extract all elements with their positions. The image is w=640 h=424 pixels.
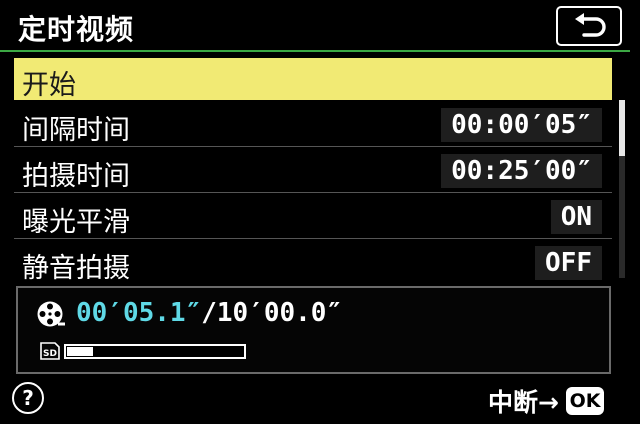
- menu-item-value: OFF: [535, 246, 602, 280]
- menu-item-interval[interactable]: 间隔时间 00:00′05″: [14, 104, 612, 146]
- recorded-length: 00′05.1″: [76, 298, 202, 328]
- abort-label: 中断→: [487, 388, 559, 417]
- menu-item-label: 曝光平滑: [22, 207, 130, 238]
- total-length: 10′00.0″: [216, 298, 343, 328]
- row-divider: [14, 146, 612, 147]
- menu-item-label: 静音拍摄: [22, 253, 130, 284]
- progress-fill: [67, 347, 93, 356]
- row-divider: [14, 238, 612, 239]
- movie-info-panel: 00′05.1″/10′00.0″ SD: [16, 286, 611, 374]
- help-icon[interactable]: ?: [12, 382, 44, 414]
- menu-item-shooting-time[interactable]: 拍摄时间 00:25′00″: [14, 150, 612, 192]
- menu-item-value: ON: [550, 200, 602, 234]
- menu-item-label: 开始: [22, 70, 76, 101]
- sd-card-icon: SD: [40, 342, 60, 360]
- page-title: 定时视频: [18, 13, 135, 46]
- scrollbar-thumb[interactable]: [619, 100, 625, 156]
- ok-button-icon[interactable]: OK: [566, 387, 604, 415]
- back-button[interactable]: [556, 6, 622, 46]
- abort-hint: 中断→ OK: [488, 383, 604, 417]
- title-bar: 定时视频: [0, 0, 640, 52]
- menu-item-silent-shooting[interactable]: 静音拍摄 OFF: [14, 242, 612, 284]
- camera-menu-screen: 定时视频 开始 间隔时间 00:00′05″ 拍摄时间 00:25′00″ 曝光…: [0, 0, 640, 424]
- film-reel-icon: [37, 301, 65, 327]
- menu-item-start[interactable]: 开始: [14, 58, 612, 101]
- menu-item-exposure-smoothing[interactable]: 曝光平滑 ON: [14, 196, 612, 238]
- svg-text:SD: SD: [43, 349, 57, 359]
- menu-scrollbar[interactable]: [619, 100, 625, 278]
- menu-item-value: 00:00′05″: [441, 108, 602, 142]
- time-separator: /: [201, 298, 217, 328]
- title-divider: [0, 50, 630, 52]
- card-usage-progress: [64, 344, 246, 359]
- row-divider: [14, 192, 612, 193]
- menu-item-label: 间隔时间: [22, 115, 130, 146]
- menu-item-value: 00:25′00″: [441, 154, 602, 188]
- movie-length-readout: 00′05.1″/10′00.0″: [76, 298, 342, 328]
- menu-item-label: 拍摄时间: [22, 161, 130, 192]
- return-arrow-icon: [575, 13, 606, 37]
